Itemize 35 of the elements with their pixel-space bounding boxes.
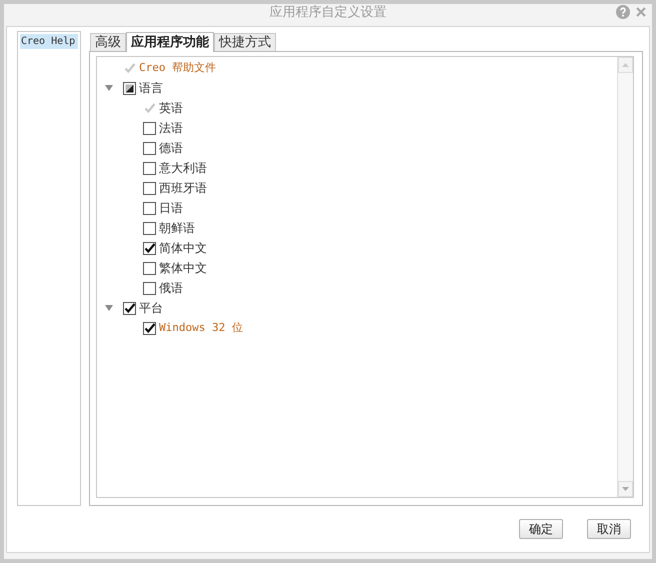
tree-item-label: Windows 32 位 — [159, 320, 243, 336]
tree-item-label: 语言 — [139, 80, 163, 97]
dialog-button[interactable]: 确定 — [519, 519, 563, 539]
checkbox[interactable] — [143, 262, 156, 274]
collapse-arrow-icon[interactable] — [105, 84, 113, 92]
checkbox[interactable] — [143, 242, 156, 254]
tree-item-label: 简体中文 — [159, 240, 207, 257]
collapse-arrow-icon[interactable] — [105, 304, 113, 312]
window-title: 应用程序自定义设置 — [270, 4, 386, 22]
tab[interactable]: 应用程序功能 — [126, 32, 214, 52]
tab[interactable]: 高级 — [90, 33, 126, 51]
checkbox[interactable] — [143, 162, 156, 174]
checkbox[interactable] — [143, 322, 156, 334]
tree-item-label: 英语 — [159, 100, 183, 117]
checkbox[interactable] — [143, 142, 156, 154]
checkbox[interactable] — [123, 82, 136, 94]
checkbox[interactable] — [143, 122, 156, 134]
sidebar-item[interactable]: Creo Help — [20, 34, 78, 49]
tree-item-label: 俄语 — [159, 280, 183, 297]
checkbox[interactable] — [143, 202, 156, 214]
checkbox[interactable] — [123, 302, 136, 314]
tree-item-label: 朝鲜语 — [159, 220, 195, 237]
tree-item-label: 日语 — [159, 200, 183, 217]
tree-item-label: 法语 — [159, 120, 183, 137]
tree-item-label: 意大利语 — [159, 160, 207, 177]
tab[interactable]: 快捷方式 — [214, 33, 276, 51]
checkbox[interactable] — [143, 182, 156, 194]
tree-item-label: 平台 — [139, 300, 163, 317]
checkbox[interactable] — [143, 282, 156, 294]
tree-item-label: 德语 — [159, 140, 183, 157]
tree-item-label: 西班牙语 — [159, 180, 207, 197]
tree-item-label: 繁体中文 — [159, 260, 207, 277]
tree-item-label: Creo 帮助文件 — [139, 60, 216, 76]
checkbox[interactable] — [143, 222, 156, 234]
dialog-button[interactable]: 取消 — [587, 519, 631, 539]
